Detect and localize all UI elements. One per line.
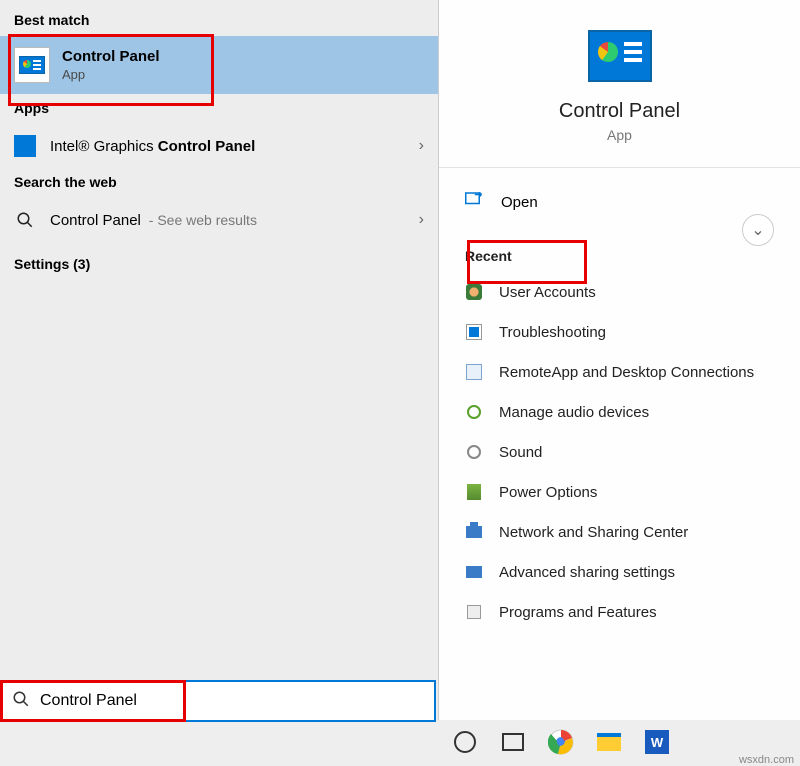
word-button[interactable]: W: [642, 727, 672, 757]
power-icon: [465, 483, 483, 501]
chrome-icon: [548, 729, 574, 755]
hero-sub: App: [607, 127, 632, 143]
recent-item-remoteapp[interactable]: RemoteApp and Desktop Connections: [465, 352, 774, 392]
sound-icon: [465, 443, 483, 461]
user-accounts-icon: [465, 283, 483, 301]
recent-item-network-sharing[interactable]: Network and Sharing Center: [465, 512, 774, 552]
folder-icon: [597, 733, 621, 751]
intel-icon: [14, 135, 36, 157]
recent-list: User Accounts Troubleshooting RemoteApp …: [439, 272, 800, 632]
watermark: wsxdn.com: [739, 754, 794, 766]
web-result[interactable]: Control Panel - See web results ›: [0, 198, 438, 242]
chrome-button[interactable]: [546, 727, 576, 757]
advanced-sharing-icon: [465, 563, 483, 581]
open-action[interactable]: Open: [465, 184, 774, 220]
chevron-right-icon[interactable]: ›: [419, 137, 424, 155]
search-icon: [14, 209, 36, 231]
best-match-item[interactable]: Control Panel App: [0, 36, 438, 94]
recent-item-user-accounts[interactable]: User Accounts: [465, 272, 774, 312]
best-match-title: Control Panel: [62, 48, 160, 65]
audio-icon: [465, 403, 483, 421]
results-panel: Best match Control Panel App Apps Intel®…: [0, 0, 439, 720]
recent-item-manage-audio[interactable]: Manage audio devices: [465, 392, 774, 432]
control-panel-icon: [14, 47, 50, 83]
programs-icon: [465, 603, 483, 621]
task-view-icon: [502, 733, 524, 751]
recent-item-power-options[interactable]: Power Options: [465, 472, 774, 512]
network-icon: [465, 523, 483, 541]
search-web-header: Search the web: [0, 168, 438, 198]
apps-header: Apps: [0, 94, 438, 124]
word-icon: W: [645, 730, 669, 754]
open-icon: [465, 192, 485, 212]
search-icon: [12, 690, 30, 713]
control-panel-icon: [588, 30, 652, 82]
hero: Control Panel App: [439, 0, 800, 168]
task-view-button[interactable]: [498, 727, 528, 757]
expand-button[interactable]: ⌄: [742, 214, 774, 246]
search-box[interactable]: [0, 680, 436, 722]
file-explorer-button[interactable]: [594, 727, 624, 757]
taskbar: W: [436, 722, 672, 762]
preview-panel: Control Panel App Open ⌄ Recent User Acc…: [439, 0, 800, 720]
recent-item-advanced-sharing[interactable]: Advanced sharing settings: [465, 552, 774, 592]
troubleshooting-icon: [465, 323, 483, 341]
recent-item-sound[interactable]: Sound: [465, 432, 774, 472]
hero-title: Control Panel: [559, 100, 680, 123]
open-label: Open: [501, 194, 538, 211]
remoteapp-icon: [465, 363, 483, 381]
recent-item-troubleshooting[interactable]: Troubleshooting: [465, 312, 774, 352]
chevron-right-icon[interactable]: ›: [419, 211, 424, 229]
cortana-button[interactable]: [450, 727, 480, 757]
chevron-down-icon: ⌄: [751, 220, 764, 240]
search-input[interactable]: [40, 692, 424, 710]
best-match-header: Best match: [0, 6, 438, 36]
best-match-sub: App: [62, 67, 160, 82]
cortana-icon: [454, 731, 476, 753]
app-result-intel-graphics[interactable]: Intel® Graphics Control Panel ›: [0, 124, 438, 168]
recent-item-programs-features[interactable]: Programs and Features: [465, 592, 774, 632]
settings-header[interactable]: Settings (3): [0, 242, 438, 286]
